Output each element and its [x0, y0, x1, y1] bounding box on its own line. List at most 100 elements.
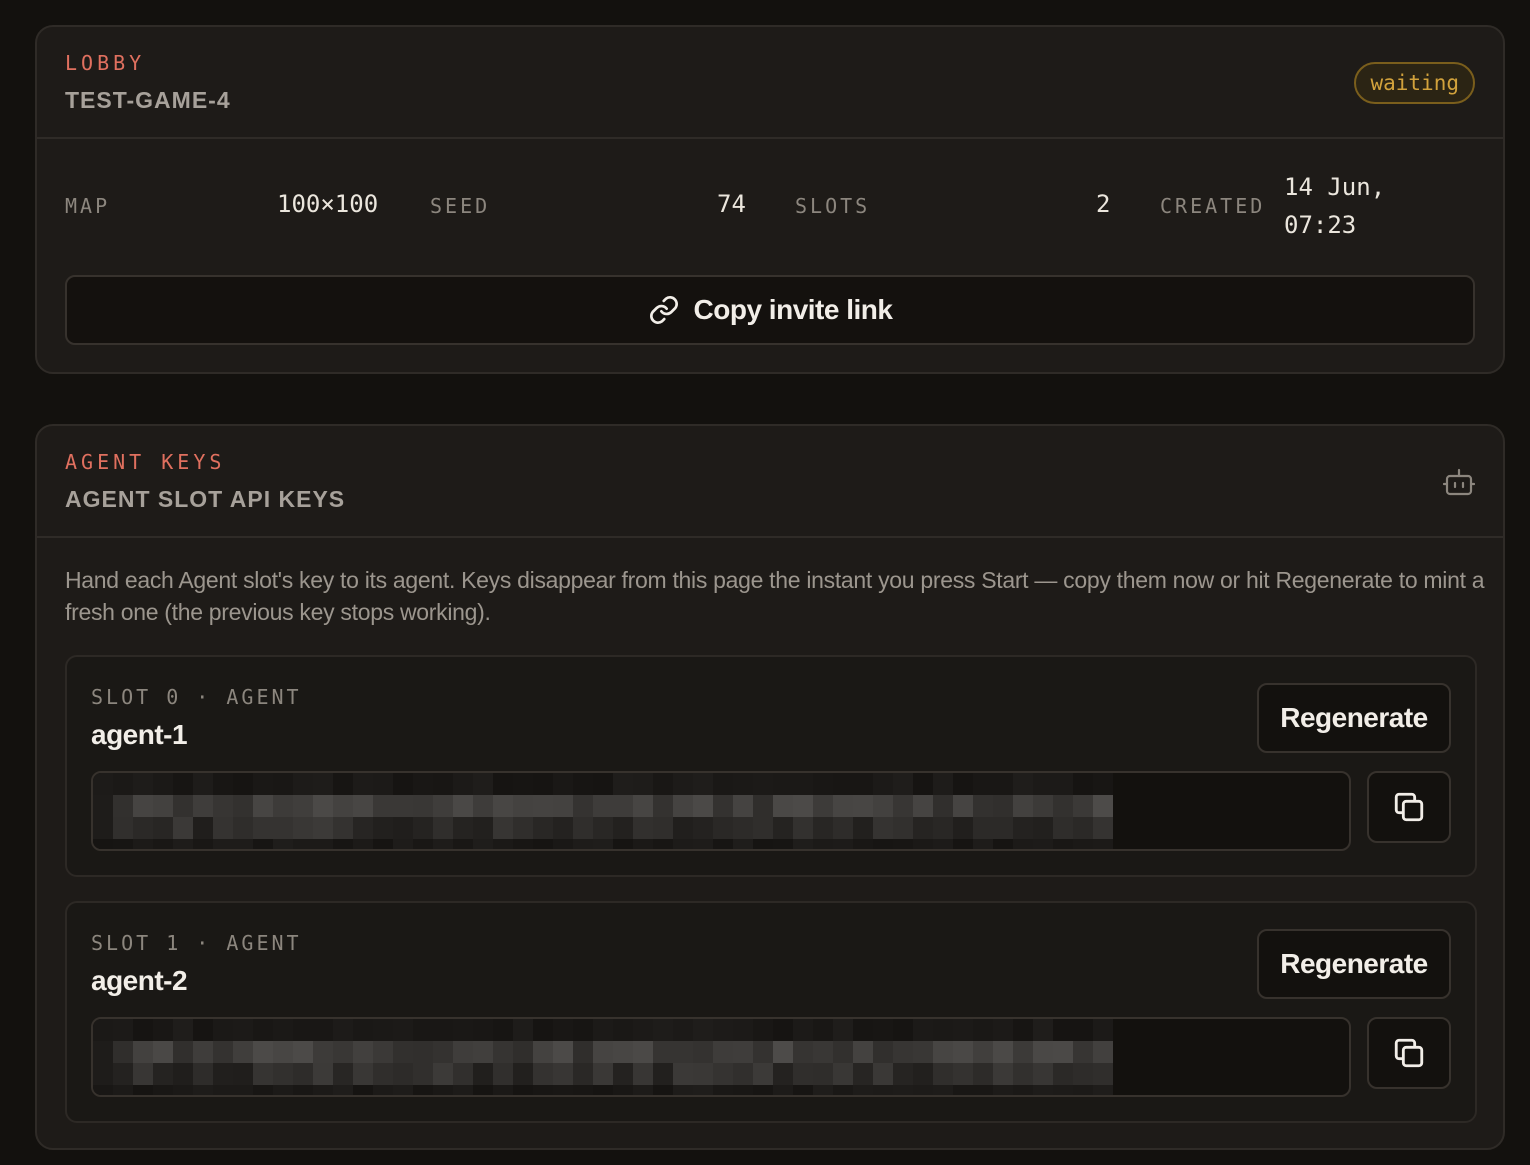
redaction-block — [733, 1063, 753, 1085]
redaction-block — [773, 773, 793, 795]
redaction-block — [593, 839, 613, 849]
redaction-block — [273, 817, 293, 839]
redaction-block — [93, 1041, 113, 1063]
redaction-block — [773, 1063, 793, 1085]
redaction-block — [113, 1085, 133, 1095]
redaction-block — [953, 817, 973, 839]
redaction-block — [633, 1041, 653, 1063]
redaction-block — [533, 1019, 553, 1041]
redaction-block — [813, 1063, 833, 1085]
redaction-block — [373, 773, 393, 795]
redaction-block — [453, 1041, 473, 1063]
redaction-block — [893, 839, 913, 849]
redaction-block — [353, 795, 373, 817]
redaction-block — [573, 1063, 593, 1085]
redaction-block — [513, 1063, 533, 1085]
redaction-block — [193, 1063, 213, 1085]
agent-keys-title: AGENT SLOT API KEYS — [65, 486, 346, 512]
redaction-block — [833, 1041, 853, 1063]
redaction-block — [953, 795, 973, 817]
redaction-block — [573, 795, 593, 817]
redaction-block — [813, 839, 833, 849]
redaction-block — [253, 839, 273, 849]
api-key-field[interactable] — [91, 1017, 1351, 1097]
redaction-block — [433, 795, 453, 817]
redaction-block — [713, 839, 733, 849]
redaction-block — [713, 1085, 733, 1095]
redaction-block — [973, 1041, 993, 1063]
redaction-block — [473, 839, 493, 849]
redaction-block — [353, 1041, 373, 1063]
redaction-block — [373, 1019, 393, 1041]
redaction-block — [1053, 1019, 1073, 1041]
redaction-block — [453, 839, 473, 849]
redaction-block — [933, 795, 953, 817]
redaction-block — [253, 817, 273, 839]
redaction-block — [693, 1063, 713, 1085]
redaction-block — [833, 1085, 853, 1095]
redaction-block — [153, 1019, 173, 1041]
api-key-field[interactable] — [91, 771, 1351, 851]
redaction-block — [93, 795, 113, 817]
redaction-block — [173, 795, 193, 817]
copy-invite-link-button[interactable]: Copy invite link — [65, 275, 1475, 345]
copy-key-button[interactable] — [1367, 1017, 1451, 1089]
redaction-block — [553, 1085, 573, 1095]
copy-key-button[interactable] — [1367, 771, 1451, 843]
redaction-block — [1093, 1019, 1113, 1041]
redaction-block — [633, 1019, 653, 1041]
redaction-block — [1093, 773, 1113, 795]
redaction-block — [193, 817, 213, 839]
redaction-block — [1073, 1019, 1093, 1041]
redaction-block — [813, 817, 833, 839]
redaction-block — [193, 795, 213, 817]
redaction-block — [973, 1085, 993, 1095]
redaction-block — [613, 795, 633, 817]
redaction-block — [293, 839, 313, 849]
regenerate-button[interactable]: Regenerate — [1257, 683, 1451, 753]
redaction-block — [533, 817, 553, 839]
redaction-block — [133, 839, 153, 849]
redaction-block — [353, 839, 373, 849]
redaction-block — [113, 1041, 133, 1063]
redaction-block — [1013, 1019, 1033, 1041]
redaction-block — [893, 1085, 913, 1095]
agent-keys-header: AGENT KEYS AGENT SLOT API KEYS — [37, 426, 1503, 538]
redaction-block — [393, 1085, 413, 1095]
redaction-block — [713, 795, 733, 817]
regenerate-button[interactable]: Regenerate — [1257, 929, 1451, 999]
redaction-block — [253, 1019, 273, 1041]
redaction-block — [593, 1063, 613, 1085]
redaction-block — [1093, 839, 1113, 849]
redaction-block — [213, 839, 233, 849]
redaction-block — [873, 795, 893, 817]
redaction-block — [393, 1041, 413, 1063]
redaction-block — [93, 1085, 113, 1095]
redaction-block — [993, 1019, 1013, 1041]
redaction-block — [433, 839, 453, 849]
redaction-block — [1073, 773, 1093, 795]
redaction-block — [313, 839, 333, 849]
redaction-block — [253, 1041, 273, 1063]
meta-value-seed: 74 — [717, 190, 746, 218]
redaction-block — [993, 1063, 1013, 1085]
redaction-block — [173, 817, 193, 839]
redaction-block — [933, 1085, 953, 1095]
redaction-block — [113, 1063, 133, 1085]
redaction-block — [553, 773, 573, 795]
redaction-block — [273, 1063, 293, 1085]
slot-card: SLOT 1 · AGENT agent-2 Regenerate — [65, 901, 1477, 1123]
redaction-block — [433, 1085, 453, 1095]
redaction-block — [173, 839, 193, 849]
redaction-block — [873, 1085, 893, 1095]
redaction-block — [1033, 817, 1053, 839]
redaction-block — [673, 817, 693, 839]
redaction-block — [853, 1063, 873, 1085]
meta-label-seed: SEED — [430, 194, 491, 218]
redaction-block — [193, 1085, 213, 1095]
redaction-block — [293, 795, 313, 817]
redaction-block — [953, 1041, 973, 1063]
redaction-block — [853, 817, 873, 839]
redaction-block — [873, 1019, 893, 1041]
redaction-block — [1033, 1019, 1053, 1041]
